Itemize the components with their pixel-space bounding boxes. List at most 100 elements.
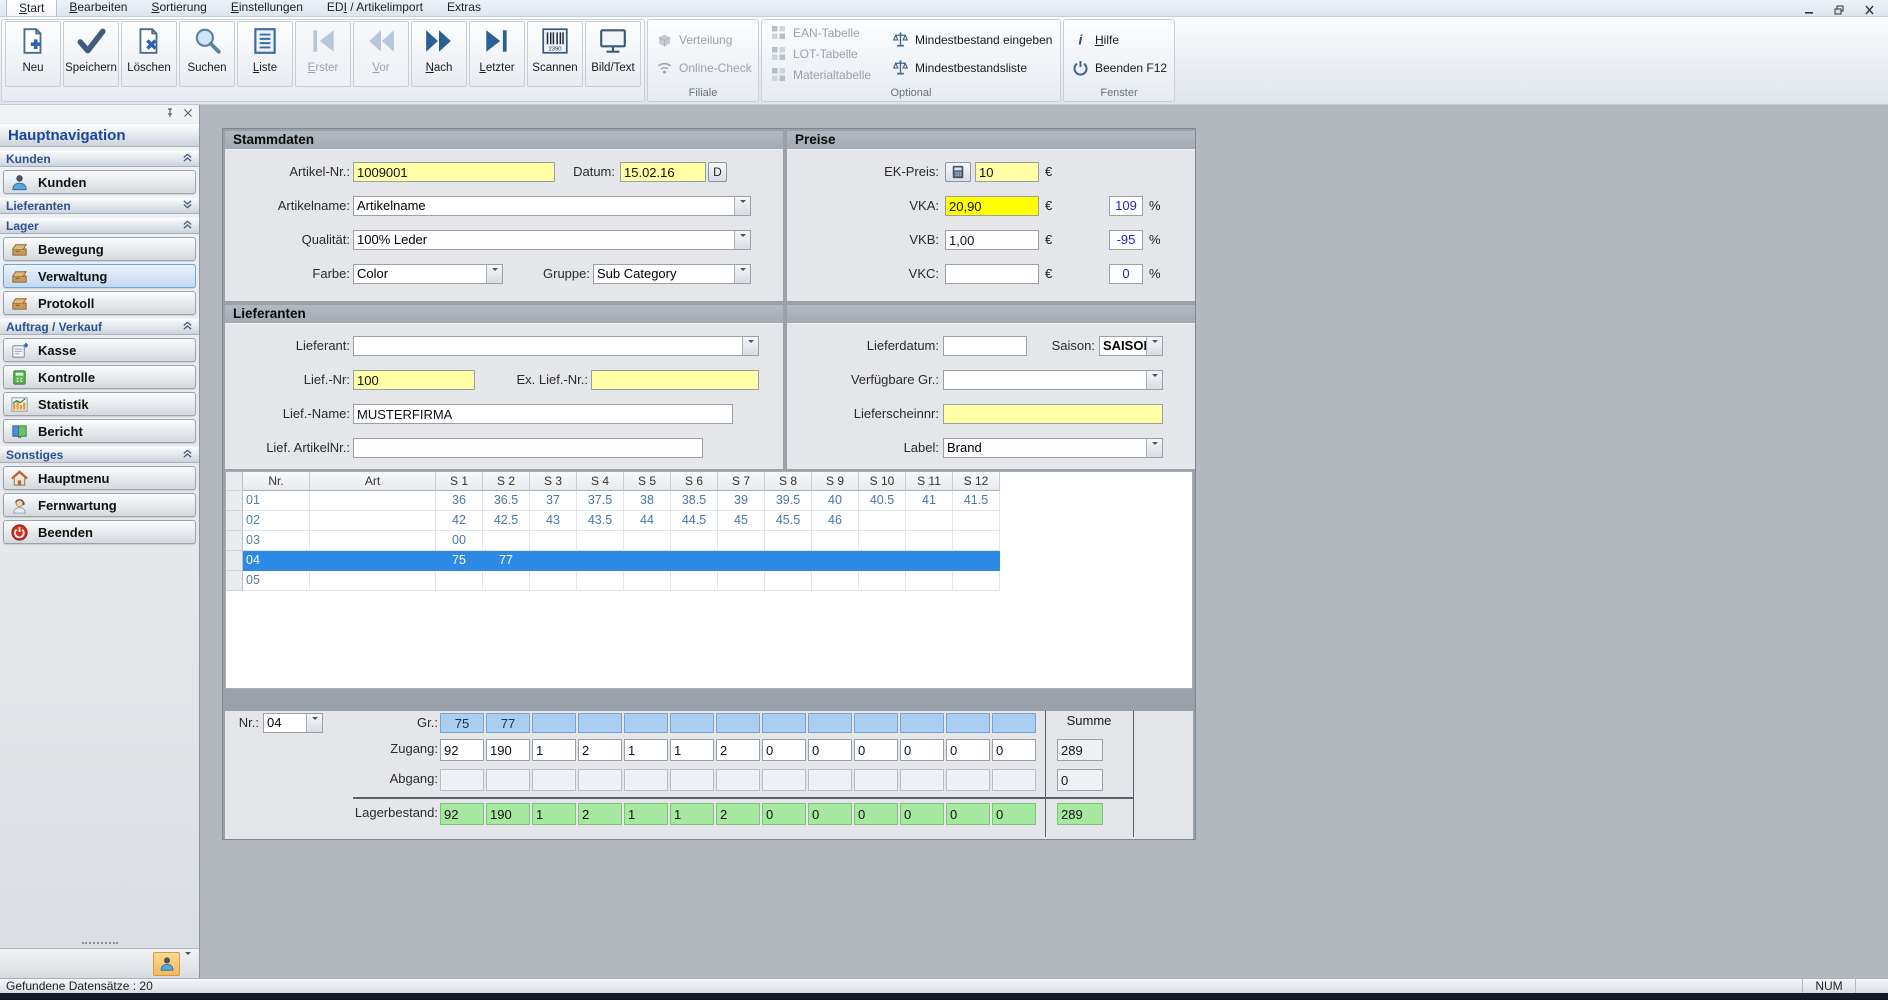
ribbon-button-mindestbestandsliste[interactable]: Mindestbestandsliste	[886, 58, 1058, 77]
datum-calendar-button[interactable]: D	[708, 162, 727, 182]
datum-field[interactable]	[620, 162, 706, 182]
close-icon[interactable]	[1856, 3, 1882, 16]
artikelname-combo[interactable]: Artikelname	[353, 196, 751, 216]
sidebar-section-lieferanten[interactable]: Lieferanten	[0, 197, 199, 214]
zugang-cell[interactable]: 1	[670, 739, 714, 761]
sidebar-item-verwaltung[interactable]: Verwaltung	[3, 264, 196, 288]
abgang-cell[interactable]	[946, 769, 990, 791]
calculator-button[interactable]	[945, 162, 971, 182]
dropdown-arrow-icon[interactable]	[742, 337, 758, 355]
sidebar-section-lager[interactable]: Lager	[0, 217, 199, 234]
ribbon-button-beenden-f12[interactable]: Beenden F12	[1066, 58, 1172, 77]
vkc-field[interactable]	[945, 264, 1039, 284]
vka-field[interactable]	[945, 196, 1039, 216]
abgang-cell[interactable]	[486, 769, 530, 791]
grid-row-indicator[interactable]	[226, 531, 243, 551]
ribbon-button-scannen[interactable]: 2390 Scannen	[527, 21, 583, 87]
sidebar-section-sonstiges[interactable]: Sonstiges	[0, 446, 199, 463]
lieferant-combo[interactable]	[353, 336, 759, 356]
zugang-cell[interactable]: 2	[578, 739, 622, 761]
sidebar-item-kontrolle[interactable]: Kontrolle	[3, 365, 196, 389]
zugang-cell[interactable]: 0	[900, 739, 944, 761]
abgang-cell[interactable]	[762, 769, 806, 791]
abgang-cell[interactable]	[670, 769, 714, 791]
zugang-cell[interactable]: 1	[532, 739, 576, 761]
ek-preis-field[interactable]	[975, 162, 1039, 182]
lief-artikelnr-field[interactable]	[353, 438, 703, 458]
sidebar-item-kasse[interactable]: Kasse	[3, 338, 196, 362]
farbe-combo[interactable]: Color	[353, 264, 503, 284]
zugang-cell[interactable]: 0	[762, 739, 806, 761]
kunden-shortcut-button[interactable]	[153, 951, 180, 976]
grid-row[interactable]: 03 00	[226, 531, 1192, 551]
menu-tab-edi-artikelimport[interactable]: EDI / Artikelimport	[315, 0, 435, 16]
sidebar-section-auftrag-verkauf[interactable]: Auftrag / Verkauf	[0, 318, 199, 335]
ribbon-button-mindestbestand-eingeben[interactable]: Mindestbestand eingeben	[886, 30, 1058, 49]
menu-tab-sortierung[interactable]: Sortierung	[139, 0, 218, 16]
lief-nr-field[interactable]	[353, 370, 475, 390]
verfuegbare-gr-combo[interactable]	[943, 370, 1163, 390]
pin-icon[interactable]	[165, 105, 175, 123]
label-combo[interactable]: Brand	[943, 438, 1163, 458]
grid-row[interactable]: 05	[226, 571, 1192, 591]
ribbon-button-liste[interactable]: Liste	[237, 21, 293, 87]
grid-row[interactable]: 04 75 77	[226, 551, 1192, 571]
zugang-cell[interactable]: 0	[992, 739, 1036, 761]
minimize-icon[interactable]	[1796, 3, 1822, 16]
close-icon[interactable]	[183, 105, 193, 123]
zugang-cell[interactable]: 0	[808, 739, 852, 761]
abgang-cell[interactable]	[440, 769, 484, 791]
lieferscheinnr-field[interactable]	[943, 404, 1163, 424]
menu-tab-start[interactable]: Start	[6, 0, 58, 16]
grid-row-indicator[interactable]	[226, 511, 243, 531]
dropdown-arrow-icon[interactable]	[734, 197, 750, 215]
ribbon-button-suchen[interactable]: Suchen	[179, 21, 235, 87]
sidebar-item-beenden[interactable]: Beenden	[3, 520, 196, 544]
ribbon-button-letzter[interactable]: Letzter	[469, 21, 525, 87]
zugang-cell[interactable]: 0	[946, 739, 990, 761]
ribbon-button-bild-text[interactable]: Bild/Text	[585, 21, 641, 87]
dropdown-arrow-icon[interactable]	[1146, 337, 1162, 355]
zugang-cell[interactable]: 92	[440, 739, 484, 761]
ribbon-button-hilfe[interactable]: i Hilfe	[1066, 30, 1172, 49]
grid-row[interactable]: 02 42 42.5 43 43.5 44 44.5 45 45.5 46	[226, 511, 1192, 531]
chevron-down-icon[interactable]	[185, 951, 191, 975]
dropdown-arrow-icon[interactable]	[486, 265, 502, 283]
sidebar-item-statistik[interactable]: Statistik	[3, 392, 196, 416]
dropdown-arrow-icon[interactable]	[1146, 371, 1162, 389]
menu-tab-bearbeiten[interactable]: Bearbeiten	[57, 0, 139, 16]
sidebar-section-kunden[interactable]: Kunden	[0, 150, 199, 167]
zugang-cell[interactable]: 0	[854, 739, 898, 761]
vkb-field[interactable]	[945, 230, 1039, 250]
menu-tab-einstellungen[interactable]: Einstellungen	[219, 0, 315, 16]
dropdown-arrow-icon[interactable]	[734, 265, 750, 283]
sidebar-item-fernwartung[interactable]: Fernwartung	[3, 493, 196, 517]
ribbon-button-löschen[interactable]: Löschen	[121, 21, 177, 87]
grid-row-indicator[interactable]	[226, 491, 243, 511]
sidebar-resize-handle[interactable]	[0, 938, 199, 948]
grid-row-indicator[interactable]	[226, 551, 243, 571]
ribbon-button-speichern[interactable]: Speichern	[63, 21, 119, 87]
lieferdatum-field[interactable]	[943, 336, 1027, 356]
abgang-cell[interactable]	[808, 769, 852, 791]
abgang-cell[interactable]	[532, 769, 576, 791]
ribbon-button-neu[interactable]: Neu	[5, 21, 61, 87]
sidebar-item-kunden[interactable]: Kunden	[3, 170, 196, 194]
abgang-cell[interactable]	[992, 769, 1036, 791]
sidebar-item-hauptmenu[interactable]: Hauptmenu	[3, 466, 196, 490]
lief-name-field[interactable]	[353, 404, 733, 424]
ribbon-button-nach[interactable]: Nach	[411, 21, 467, 87]
dropdown-arrow-icon[interactable]	[1146, 439, 1162, 457]
abgang-cell[interactable]	[716, 769, 760, 791]
abgang-cell[interactable]	[624, 769, 668, 791]
restore-icon[interactable]	[1826, 3, 1852, 16]
qualitaet-combo[interactable]: 100% Leder	[353, 230, 751, 250]
zugang-cell[interactable]: 2	[716, 739, 760, 761]
dropdown-arrow-icon[interactable]	[734, 231, 750, 249]
zugang-cell[interactable]: 190	[486, 739, 530, 761]
grid-row[interactable]: 01 36 36.5 37 37.5 38 38.5 39 39.5 40 40.5 41 41.5	[226, 491, 1192, 511]
grid-row-indicator[interactable]	[226, 571, 243, 591]
saison-combo[interactable]: SAISON	[1099, 336, 1163, 356]
abgang-cell[interactable]	[900, 769, 944, 791]
sidebar-item-bewegung[interactable]: Bewegung	[3, 237, 196, 261]
